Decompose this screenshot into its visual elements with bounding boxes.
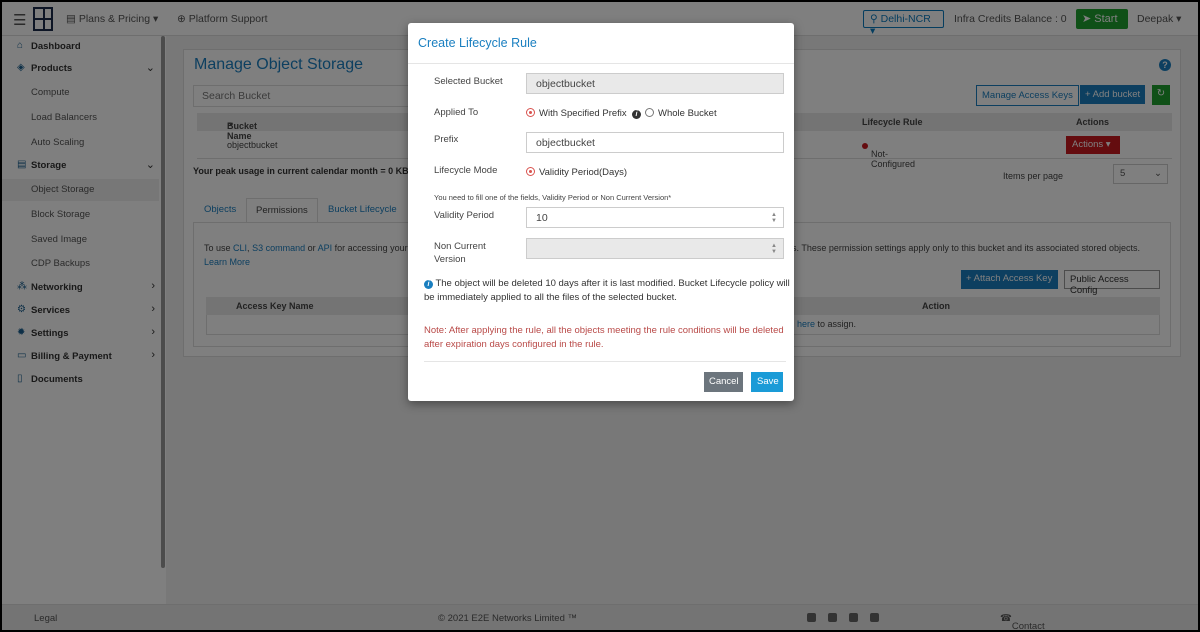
dialog-divider bbox=[408, 63, 794, 64]
fields-hint: You need to fill one of the fields, Vali… bbox=[434, 193, 672, 202]
validity-period-value: 10 bbox=[536, 212, 548, 224]
radio-unselected-icon bbox=[645, 108, 654, 117]
label-line: Non Current bbox=[434, 241, 486, 252]
radio-label: With Specified Prefix bbox=[539, 108, 627, 119]
save-button[interactable]: Save bbox=[751, 372, 783, 392]
radio-label: Whole Bucket bbox=[658, 108, 717, 119]
number-stepper-icon[interactable]: ▲ ▼ bbox=[771, 212, 777, 224]
selected-bucket-label: Selected Bucket bbox=[434, 76, 503, 87]
non-current-version-input[interactable]: ▲ ▼ bbox=[526, 238, 784, 259]
lifecycle-info-text: i The object will be deleted 10 days aft… bbox=[424, 277, 790, 305]
dialog-footer-divider bbox=[424, 361, 786, 362]
info-icon[interactable]: i bbox=[631, 110, 641, 119]
number-stepper-icon: ▲ ▼ bbox=[771, 243, 777, 255]
create-lifecycle-rule-dialog: Create Lifecycle Rule Selected Bucket ob… bbox=[408, 23, 794, 401]
radio-whole-bucket[interactable]: Whole Bucket bbox=[645, 108, 717, 119]
validity-period-input[interactable]: 10 ▲ ▼ bbox=[526, 207, 784, 228]
prefix-label: Prefix bbox=[434, 134, 459, 145]
radio-validity-period[interactable]: Validity Period(Days) bbox=[526, 167, 627, 178]
applied-to-label: Applied To bbox=[434, 107, 479, 118]
cancel-button[interactable]: Cancel bbox=[704, 372, 743, 392]
selected-bucket-field: objectbucket bbox=[526, 73, 784, 94]
prefix-input[interactable]: objectbucket bbox=[526, 132, 784, 153]
radio-with-specified-prefix[interactable]: With Specified Prefix i bbox=[526, 108, 641, 119]
info-circle-icon: i bbox=[424, 280, 433, 289]
radio-selected-icon bbox=[526, 108, 535, 117]
label-line: Version bbox=[434, 254, 466, 265]
lifecycle-mode-label: Lifecycle Mode bbox=[434, 165, 498, 176]
dialog-title: Create Lifecycle Rule bbox=[418, 36, 537, 50]
radio-label: Validity Period(Days) bbox=[539, 167, 627, 178]
deletion-warning-note: Note: After applying the rule, all the o… bbox=[424, 325, 784, 350]
info-message: The object will be deleted 10 days after… bbox=[424, 278, 790, 303]
app-frame: ☰ ▤ Plans & Pricing ▾ ⊕ Platform Support… bbox=[2, 2, 1198, 630]
radio-selected-icon bbox=[526, 167, 535, 176]
validity-period-label: Validity Period bbox=[434, 210, 495, 221]
non-current-version-label: Non Current Version bbox=[434, 240, 486, 266]
